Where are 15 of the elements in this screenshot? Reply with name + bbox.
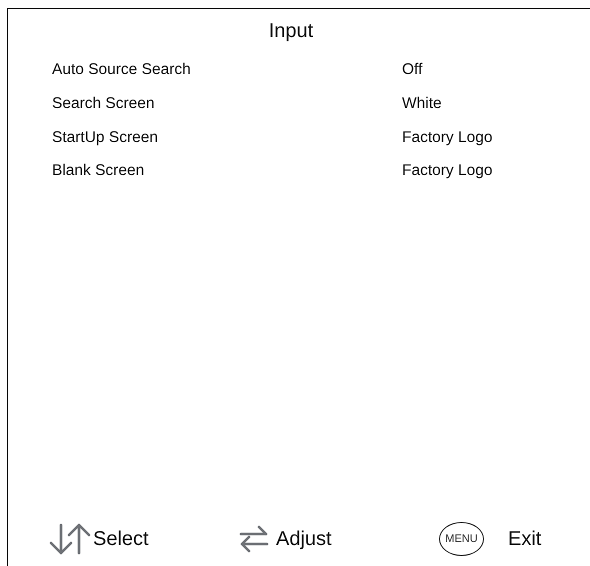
menu-key: MENU	[439, 522, 484, 556]
setting-value: Factory Logo	[402, 128, 492, 148]
setting-label: Blank Screen	[52, 161, 146, 182]
setting-value: White	[402, 94, 442, 114]
updown-arrows-icon	[49, 523, 91, 555]
setting-value: Factory Logo	[402, 161, 492, 182]
setting-label: Auto Source Search	[52, 60, 192, 80]
setting-label: Search Screen	[52, 94, 156, 114]
menu-title: Input	[268, 19, 314, 43]
swap-arrows-icon	[239, 524, 269, 554]
hint-label: Select	[93, 527, 149, 552]
hint-label: Adjust	[276, 527, 332, 552]
hint-label: Exit	[508, 527, 542, 552]
setting-value: Off	[402, 60, 422, 80]
setting-label: StartUp Screen	[52, 128, 159, 148]
